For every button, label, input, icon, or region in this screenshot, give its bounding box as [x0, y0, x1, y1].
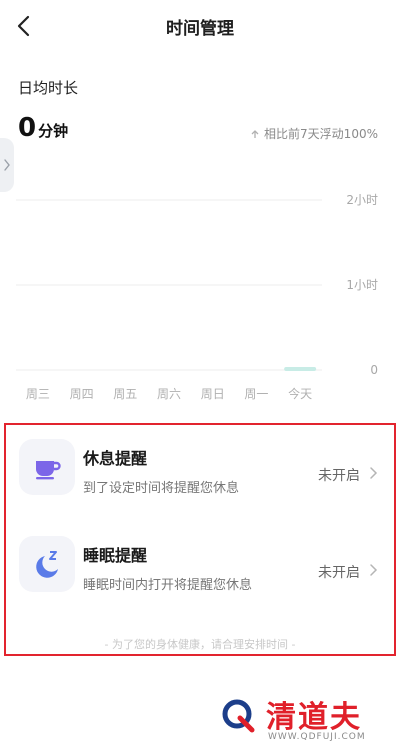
daily-average-number: 0 — [18, 113, 37, 143]
rest-reminder-status: 未开启 — [318, 468, 360, 484]
reminder-card: 休息提醒 到了设定时间将提醒您休息 未开启 睡眠提醒 睡眠时间内打开将提醒您休息… — [4, 423, 396, 656]
sleep-reminder-row[interactable]: 睡眠提醒 睡眠时间内打开将提醒您休息 未开启 — [6, 528, 394, 600]
chart-x-tick-label: 周日 — [201, 387, 225, 401]
watermark-name: 清道夫 — [266, 700, 362, 735]
page-title: 时间管理 — [166, 19, 234, 39]
rest-reminder-title: 休息提醒 — [83, 449, 148, 468]
chart-bar — [284, 367, 317, 371]
chart-y-tick-label: 1小时 — [346, 278, 378, 292]
chart-x-tick-label: 周三 — [26, 387, 50, 401]
usage-chart-svg: 2小时 1小时 0 周三 周四 周五 周六 周日 周一 今天 — [16, 193, 378, 401]
watermark-url: WWW.QDFUJI.COM — [268, 732, 366, 742]
chart-y-tick-label: 0 — [370, 363, 378, 377]
health-footer-note: - 为了您的身体健康，请合理安排时间 - — [104, 638, 296, 651]
usage-chart: 2小时 1小时 0 周三 周四 周五 周六 周日 周一 今天 — [0, 170, 400, 410]
daily-average-label: 日均时长 — [18, 79, 79, 97]
chevron-right-icon — [370, 564, 378, 576]
chart-x-tick-label: 周四 — [70, 387, 94, 401]
sleep-reminder-title: 睡眠提醒 — [83, 546, 148, 565]
chart-x-tick-label: 周一 — [244, 387, 268, 401]
rest-reminder-row[interactable]: 休息提醒 到了设定时间将提醒您休息 未开启 — [6, 431, 394, 503]
rest-reminder-description: 到了设定时间将提醒您休息 — [83, 481, 240, 496]
site-watermark: 清道夫 WWW.QDFUJI.COM — [210, 690, 400, 746]
daily-average-unit: 分钟 — [38, 122, 69, 140]
cup-icon — [36, 461, 61, 480]
chart-y-tick-label: 2小时 — [346, 193, 378, 207]
moon-zzz-icon — [36, 551, 58, 578]
chart-x-tick-label: 今天 — [288, 386, 312, 401]
rest-reminder-icon-tile — [19, 439, 75, 495]
watermark-logo-icon — [222, 699, 255, 733]
chart-x-tick-label: 周六 — [157, 387, 181, 401]
arrow-up-icon — [251, 129, 259, 138]
chart-x-tick-label: 周五 — [113, 387, 137, 401]
sleep-reminder-status: 未开启 — [318, 565, 360, 581]
sleep-reminder-description: 睡眠时间内打开将提醒您休息 — [83, 578, 253, 593]
compare-text: 相比前7天浮动100% — [264, 127, 378, 141]
daily-average-value: 0 分钟 — [18, 113, 68, 143]
time-management-screen: 时间管理 日均时长 0 分钟 相比前7天浮动100% 2小时 1小时 0 周三 周四 周五… — [0, 0, 400, 746]
top-bar: 时间管理 — [0, 0, 400, 52]
chevron-right-icon — [370, 467, 378, 479]
sleep-reminder-icon-tile — [19, 536, 75, 592]
compare-change: 相比前7天浮动100% — [250, 125, 378, 142]
